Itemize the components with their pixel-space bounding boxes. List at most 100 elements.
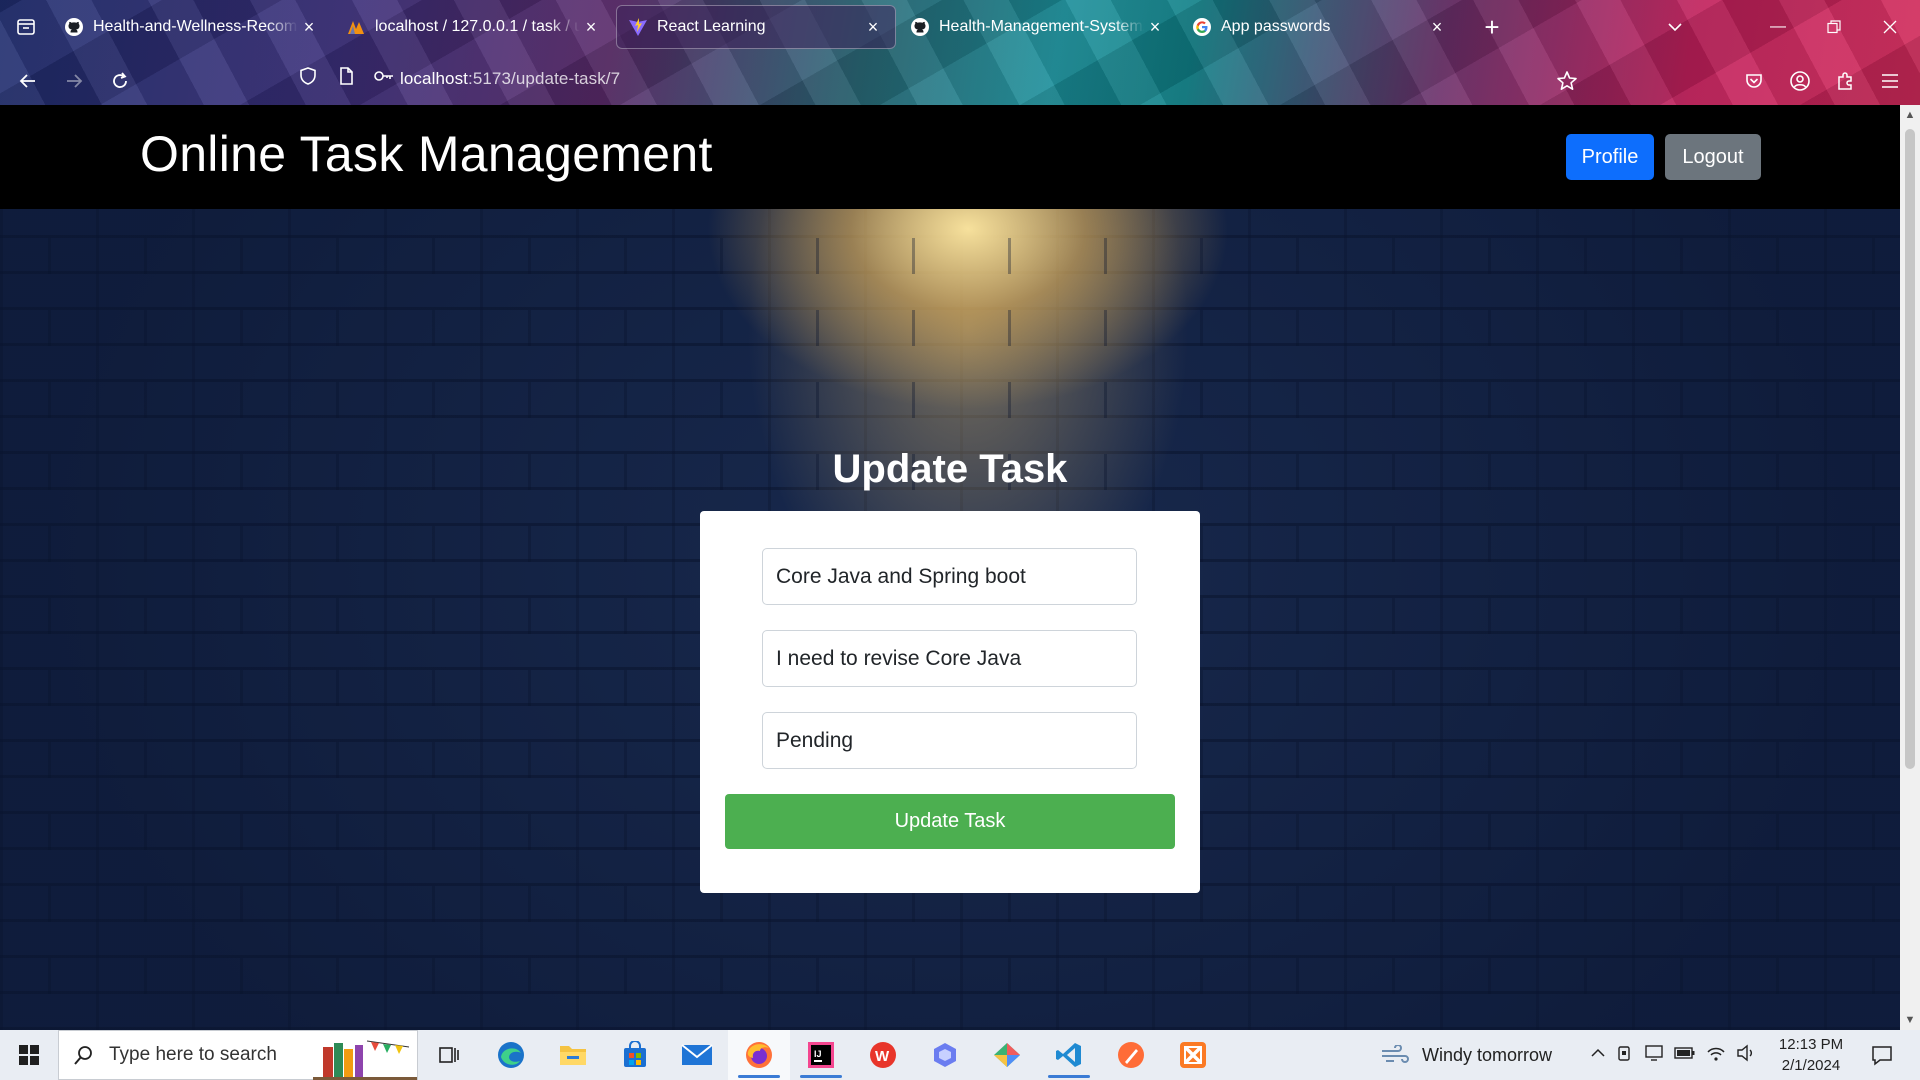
- page-icon[interactable]: [334, 64, 358, 88]
- intellij-icon: IJ: [808, 1042, 834, 1068]
- taskbar-clock[interactable]: 12:13 PM 2/1/2024: [1776, 1030, 1846, 1080]
- scroll-up-icon[interactable]: ▲: [1900, 105, 1920, 125]
- taskbar-copilot[interactable]: [914, 1030, 976, 1080]
- taskbar-mail[interactable]: [666, 1030, 728, 1080]
- scroll-down-icon[interactable]: ▼: [1900, 1010, 1920, 1030]
- page-viewport: Online Task Management Profile Logout Up…: [0, 105, 1900, 1030]
- clock-date: 2/1/2024: [1781, 1057, 1841, 1074]
- back-button[interactable]: [10, 63, 46, 99]
- screen-share-icon[interactable]: [1644, 1044, 1664, 1067]
- wps-icon: W: [870, 1042, 896, 1068]
- url-bar[interactable]: localhost:5173/update-task/7: [400, 69, 620, 89]
- system-tray: [1590, 1030, 1756, 1080]
- tab-react-learning[interactable]: React Learning ×: [616, 5, 896, 49]
- new-tab-button[interactable]: +: [1472, 7, 1512, 47]
- taskbar-intellij[interactable]: IJ: [790, 1030, 852, 1080]
- minimize-button[interactable]: —: [1750, 0, 1806, 54]
- page-scrollbar[interactable]: ▲ ▼: [1900, 105, 1920, 1030]
- xampp-icon: [1180, 1042, 1206, 1068]
- start-button[interactable]: [0, 1030, 58, 1080]
- taskbar-firefox[interactable]: [728, 1030, 790, 1080]
- edge-icon: [498, 1042, 524, 1068]
- shield-icon[interactable]: [296, 64, 320, 88]
- weather-text: Windy tomorrow: [1422, 1044, 1553, 1065]
- taskbar-store[interactable]: [604, 1030, 666, 1080]
- task-name-input[interactable]: [762, 548, 1137, 605]
- url-path: :5173/update-task/7: [468, 69, 621, 88]
- postman-icon: [1118, 1042, 1144, 1068]
- chevron-down-icon: [1668, 23, 1682, 32]
- close-icon[interactable]: ×: [862, 16, 884, 38]
- close-icon[interactable]: ×: [1426, 16, 1448, 38]
- logout-button[interactable]: Logout: [1665, 134, 1761, 180]
- navigation-toolbar: localhost:5173/update-task/7: [0, 58, 1920, 104]
- taskbar-edge[interactable]: [480, 1030, 542, 1080]
- taskbar-git-app[interactable]: [976, 1030, 1038, 1080]
- restore-button[interactable]: [1806, 0, 1862, 54]
- tab-health-management-system[interactable]: Health-Management-System/F ×: [898, 5, 1178, 49]
- close-icon[interactable]: ×: [580, 16, 602, 38]
- bookmark-button[interactable]: [1551, 65, 1583, 97]
- task-status-input[interactable]: [762, 712, 1137, 769]
- account-button[interactable]: [1784, 65, 1816, 97]
- github-icon: [64, 17, 84, 37]
- wind-icon: [1382, 1045, 1409, 1063]
- pocket-icon: [1746, 74, 1762, 88]
- task-view-button[interactable]: [418, 1030, 480, 1080]
- copilot-icon: [934, 1043, 956, 1067]
- tab-strip: Health-and-Wellness-Recommendation × loc…: [0, 0, 1920, 54]
- taskbar-file-explorer[interactable]: [542, 1030, 604, 1080]
- plus-icon: +: [1484, 11, 1500, 42]
- battery-icon[interactable]: [1674, 1046, 1696, 1065]
- taskbar-postman[interactable]: [1100, 1030, 1162, 1080]
- close-icon[interactable]: ×: [298, 16, 320, 38]
- taskbar-xampp[interactable]: [1162, 1030, 1224, 1080]
- folder-icon: [560, 1046, 586, 1065]
- menu-button[interactable]: [1874, 65, 1906, 97]
- restore-icon: [1827, 20, 1841, 34]
- tab-label: Health-and-Wellness-Recommendation: [93, 18, 298, 35]
- weather-widget[interactable]: Windy tomorrow: [1380, 1030, 1552, 1080]
- vscode-icon: [1056, 1043, 1081, 1067]
- forward-button[interactable]: [56, 63, 92, 99]
- url-host: localhost: [400, 69, 468, 88]
- key-icon[interactable]: [372, 64, 396, 88]
- firefox-view-icon: [17, 19, 35, 35]
- tab-label: Health-Management-System/F: [939, 18, 1144, 35]
- wifi-icon[interactable]: [1706, 1044, 1726, 1067]
- arrow-right-icon: [67, 74, 83, 88]
- search-icon: [74, 1046, 92, 1065]
- close-icon[interactable]: ×: [1144, 16, 1166, 38]
- search-highlight-books-icon: [313, 1040, 417, 1080]
- reload-button[interactable]: [102, 63, 138, 99]
- scrollbar-thumb[interactable]: [1905, 129, 1915, 769]
- app-header: Online Task Management Profile Logout: [0, 105, 1900, 209]
- volume-icon[interactable]: [1736, 1044, 1756, 1067]
- svg-text:W: W: [875, 1048, 890, 1065]
- update-task-button[interactable]: Update Task: [725, 794, 1175, 849]
- tab-health-and-wellness[interactable]: Health-and-Wellness-Recommendation ×: [52, 5, 332, 49]
- notification-center-button[interactable]: [1862, 1030, 1902, 1080]
- update-task-form: Update Task: [700, 511, 1200, 893]
- meet-now-icon[interactable]: [1616, 1044, 1634, 1067]
- phpmyadmin-icon: [346, 17, 366, 37]
- profile-button[interactable]: Profile: [1566, 134, 1654, 180]
- task-description-input[interactable]: [762, 630, 1137, 687]
- taskbar-wps-office[interactable]: W: [852, 1030, 914, 1080]
- firefox-view-button[interactable]: [0, 0, 52, 54]
- chevron-up-icon[interactable]: [1590, 1045, 1606, 1066]
- pocket-button[interactable]: [1738, 65, 1770, 97]
- tab-app-passwords[interactable]: App passwords ×: [1180, 5, 1460, 49]
- windows-taskbar: Type here to search IJ W Windy tomorrow …: [0, 1030, 1920, 1080]
- tab-phpmyadmin[interactable]: localhost / 127.0.0.1 / task / users ×: [334, 5, 614, 49]
- search-placeholder: Type here to search: [109, 1044, 277, 1065]
- extensions-button[interactable]: [1829, 65, 1861, 97]
- account-icon: [1790, 71, 1810, 91]
- taskbar-search-box[interactable]: Type here to search: [58, 1030, 418, 1080]
- list-all-tabs-button[interactable]: [1660, 12, 1690, 42]
- close-window-button[interactable]: [1862, 0, 1918, 54]
- form-heading: Update Task: [832, 447, 1068, 491]
- mail-icon: [681, 1044, 713, 1065]
- app-title: Online Task Management: [140, 126, 713, 182]
- taskbar-vscode[interactable]: [1038, 1030, 1100, 1080]
